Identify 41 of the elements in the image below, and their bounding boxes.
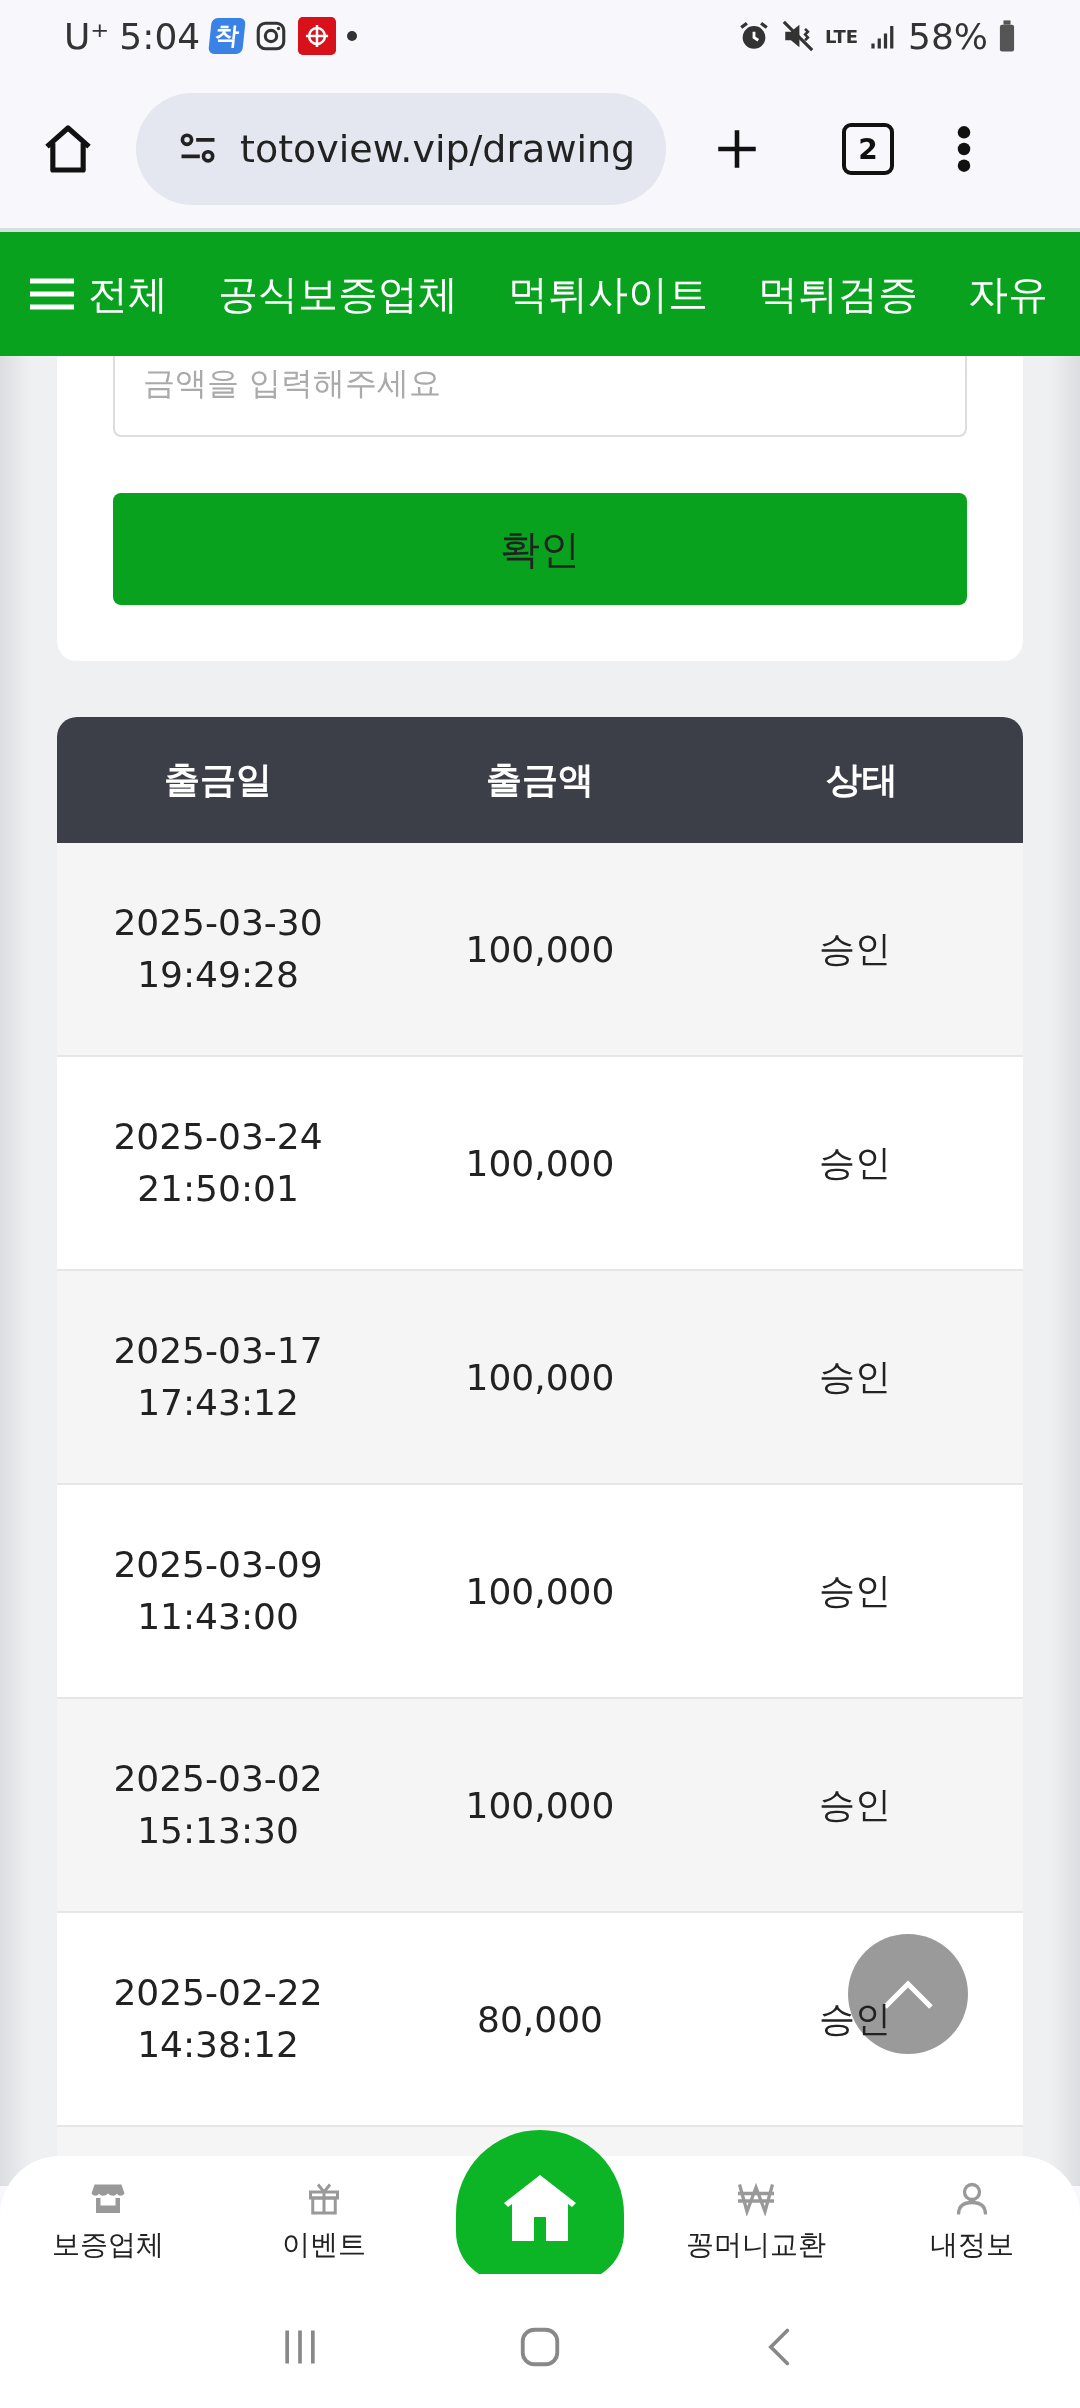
status-cell: 승인: [819, 927, 891, 969]
date-cell-text: 2025-03-17 17:43:12: [113, 1328, 323, 1425]
date-cell-text: 2025-03-09 11:43:00: [113, 1542, 323, 1639]
person-icon: [954, 2180, 990, 2216]
battery-level: 58%: [908, 15, 988, 57]
confirm-button[interactable]: 확인: [113, 493, 967, 605]
clock: 5:04: [119, 15, 201, 57]
amount-cell: 80,000: [477, 1998, 603, 2040]
amount-cell: 100,000: [465, 1142, 615, 1184]
dot-icon: [346, 30, 359, 42]
column-header: 출금일: [163, 757, 273, 802]
app-icon: [298, 17, 337, 55]
status-cell: 승인: [819, 1997, 891, 2039]
tab-count[interactable]: 2: [842, 123, 894, 175]
bottom-nav-item[interactable]: 이벤트: [216, 2156, 432, 2265]
amount-cell: 100,000: [465, 1784, 615, 1826]
carrier: U⁺: [64, 15, 110, 57]
status-cell: 승인: [819, 1355, 891, 1397]
status-cell: 승인: [819, 1569, 891, 1611]
notification-badge: 착: [208, 18, 247, 54]
date-cell-text: 2025-03-02 15:13:30: [113, 1756, 323, 1853]
date-cell-text: 2025-02-22 14:38:12: [113, 1970, 323, 2067]
amount-cell: 100,000: [465, 928, 615, 970]
url-text: totoview.vip/drawing: [240, 127, 636, 171]
date-cell-text: 2025-03-30 19:49:28: [113, 900, 323, 997]
address-bar[interactable]: totoview.vip/drawing: [136, 93, 666, 205]
battery-icon: [998, 19, 1016, 53]
bottom-nav-item[interactable]: 내정보: [864, 2156, 1080, 2265]
bottom-nav-item[interactable]: 꽁머니교환: [648, 2156, 864, 2265]
amount-cell: 100,000: [465, 1356, 615, 1398]
status-cell: 승인: [819, 1141, 891, 1183]
amount-field[interactable]: 금액을 입력해주세요: [113, 356, 967, 437]
date-cell-text: 2025-03-24 21:50:01: [113, 1114, 323, 1211]
column-header: 출금액: [485, 757, 595, 802]
mute-icon: [780, 19, 815, 53]
status-cell: 승인: [819, 1783, 891, 1825]
column-header: 상태: [825, 757, 899, 802]
menu-icon: [30, 277, 74, 311]
bottom-nav-item[interactable]: 보증업체: [0, 2156, 216, 2265]
network-label: LTE: [824, 25, 858, 47]
amount-cell: 100,000: [465, 1570, 615, 1612]
